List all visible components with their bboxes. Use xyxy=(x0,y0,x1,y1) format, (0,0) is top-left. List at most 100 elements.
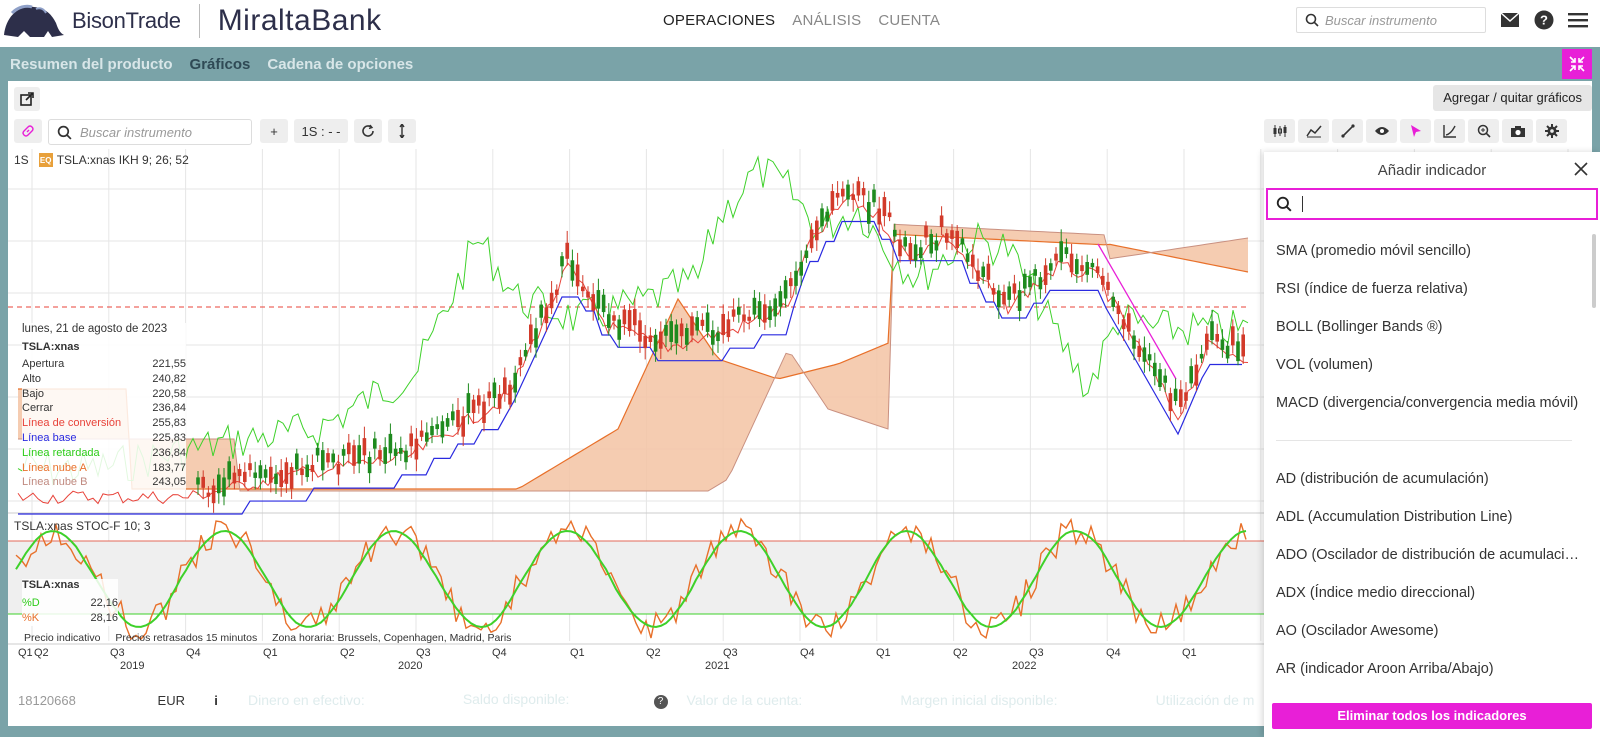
more-options-button[interactable] xyxy=(388,119,416,143)
candle-body xyxy=(841,188,845,197)
candle-body xyxy=(815,220,819,241)
ohlc-row: Línea de conversión 255,83 xyxy=(22,416,186,431)
candle-body xyxy=(1106,281,1110,290)
interval-button[interactable]: 1S : - - xyxy=(294,119,348,143)
candle-body xyxy=(503,377,507,394)
candle-body xyxy=(726,319,731,338)
candle-body xyxy=(206,492,211,497)
indicator-item[interactable]: SMA (promedio móvil sencillo) xyxy=(1264,232,1584,270)
collapse-button[interactable] xyxy=(1562,49,1592,79)
candle-body xyxy=(627,310,632,332)
available-value: 100.000,00 xyxy=(573,691,649,708)
margin-value: 100.000,00 xyxy=(1061,691,1137,709)
help-icon[interactable]: ? xyxy=(653,695,668,709)
indicator-panel-header: Añadir indicador xyxy=(1264,152,1600,188)
tab-cadena-opciones[interactable]: Cadena de opciones xyxy=(267,56,413,73)
candle-body xyxy=(1017,290,1022,311)
ohlc-row-label: Apertura xyxy=(22,358,65,370)
help-icon[interactable]: ? xyxy=(1534,10,1554,30)
account-value-label: Valor de la cuenta: xyxy=(686,691,803,708)
candle-body xyxy=(856,181,861,196)
ichimoku-cloud xyxy=(18,224,1248,492)
candle-body xyxy=(300,468,304,476)
indicator-item[interactable]: AR (indicador Aroon Arriba/Abajo) xyxy=(1264,650,1584,688)
indicators-button[interactable] xyxy=(1298,119,1329,143)
ohlc-row-value: 255,83 xyxy=(152,417,186,430)
candle-body xyxy=(373,438,377,449)
candle-body xyxy=(492,382,497,399)
indicator-item[interactable]: AO (Oscilador Awesome) xyxy=(1264,612,1584,650)
indicator-item[interactable]: ADX (Índice medio direccional) xyxy=(1264,574,1584,612)
indicator-item[interactable]: AD (distribución de acumulación) xyxy=(1264,460,1584,498)
candle-body xyxy=(1069,253,1074,273)
top-search-placeholder: Buscar instrumento xyxy=(1325,12,1437,28)
indicator-item[interactable]: RSI (índice de fuerza relativa) xyxy=(1264,270,1584,308)
candle-body xyxy=(232,472,237,484)
gear-icon xyxy=(1544,124,1559,138)
candle-body xyxy=(399,447,403,454)
indicator-scrollbar[interactable] xyxy=(1592,234,1596,308)
close-icon[interactable] xyxy=(1574,162,1588,176)
add-remove-charts-button[interactable]: Agregar / quitar gráficos xyxy=(1433,85,1592,111)
candle-body xyxy=(243,471,247,482)
remove-all-indicators-button[interactable]: Eliminar todos los indicadores xyxy=(1272,703,1592,729)
zoom-button[interactable] xyxy=(1468,119,1499,143)
indicator-item[interactable]: VOL (volumen) xyxy=(1264,346,1584,384)
candle-body xyxy=(367,456,372,474)
indicator-item[interactable]: ADO (Oscilador de distribución de acumul… xyxy=(1264,536,1584,574)
candle-body xyxy=(601,294,606,313)
account-selector[interactable]: 18120668 EUR xyxy=(8,686,195,714)
quarter-tick-label: Q4 xyxy=(186,647,201,659)
measure-button[interactable] xyxy=(1434,119,1465,143)
candle-body xyxy=(898,239,902,257)
candle-body xyxy=(1075,259,1079,275)
camera-icon xyxy=(1510,125,1525,137)
pointer-button[interactable] xyxy=(1400,119,1431,143)
settings-button[interactable] xyxy=(1536,119,1567,143)
candle-body xyxy=(565,242,569,259)
tab-graficos[interactable]: Gráficos xyxy=(190,56,251,73)
nav-cuenta[interactable]: CUENTA xyxy=(878,12,940,29)
candle-body xyxy=(638,320,642,342)
candle-body xyxy=(742,314,746,321)
popout-button[interactable] xyxy=(14,87,40,111)
candle-body xyxy=(284,462,289,484)
candle-body xyxy=(555,289,559,295)
ohlc-row: Bajo 220,58 xyxy=(22,387,186,402)
candle-body xyxy=(1184,392,1188,401)
indicator-search-input[interactable] xyxy=(1266,188,1598,220)
candle-body xyxy=(263,469,268,478)
chart-search-placeholder: Buscar instrumento xyxy=(80,124,192,140)
chart-type-button[interactable] xyxy=(1264,119,1295,143)
indicator-item[interactable]: MACD (divergencia/convergencia media móv… xyxy=(1264,384,1584,422)
candle-body xyxy=(607,314,611,328)
candle-body xyxy=(456,409,460,427)
trendline-button[interactable] xyxy=(1332,119,1363,143)
tab-resumen[interactable]: Resumen del producto xyxy=(10,56,173,73)
snapshot-button[interactable] xyxy=(1502,119,1533,143)
candle-body xyxy=(347,442,351,455)
indicator-item[interactable]: BOLL (Bollinger Bands ®) xyxy=(1264,308,1584,346)
brand[interactable]: BisonTrade MiraltaBank xyxy=(0,0,382,42)
osc-row: %D 22,16 xyxy=(22,596,118,611)
mail-icon[interactable] xyxy=(1500,12,1520,28)
candle-body xyxy=(1205,333,1209,350)
nav-operaciones[interactable]: OPERACIONES xyxy=(663,12,775,29)
candle-body xyxy=(737,307,741,315)
account-info-button[interactable]: i xyxy=(203,687,229,713)
menu-icon[interactable] xyxy=(1568,11,1588,29)
chart-search-input[interactable]: Buscar instrumento xyxy=(48,119,252,145)
quarter-tick-label: Q3 xyxy=(110,647,125,659)
indicator-item[interactable]: ADL (Accumulation Distribution Line) xyxy=(1264,498,1584,536)
refresh-button[interactable] xyxy=(354,119,382,143)
candle-body xyxy=(731,309,736,317)
link-button[interactable] xyxy=(14,119,42,143)
indicator-panel-title: Añadir indicador xyxy=(1377,161,1487,179)
candle-body xyxy=(763,304,767,323)
candle-body xyxy=(960,238,965,245)
top-search-input[interactable]: Buscar instrumento xyxy=(1296,7,1486,33)
add-symbol-button[interactable]: + xyxy=(260,119,288,143)
visibility-button[interactable] xyxy=(1366,119,1397,143)
candle-body xyxy=(341,449,346,456)
nav-analisis[interactable]: ANÁLISIS xyxy=(792,12,861,29)
